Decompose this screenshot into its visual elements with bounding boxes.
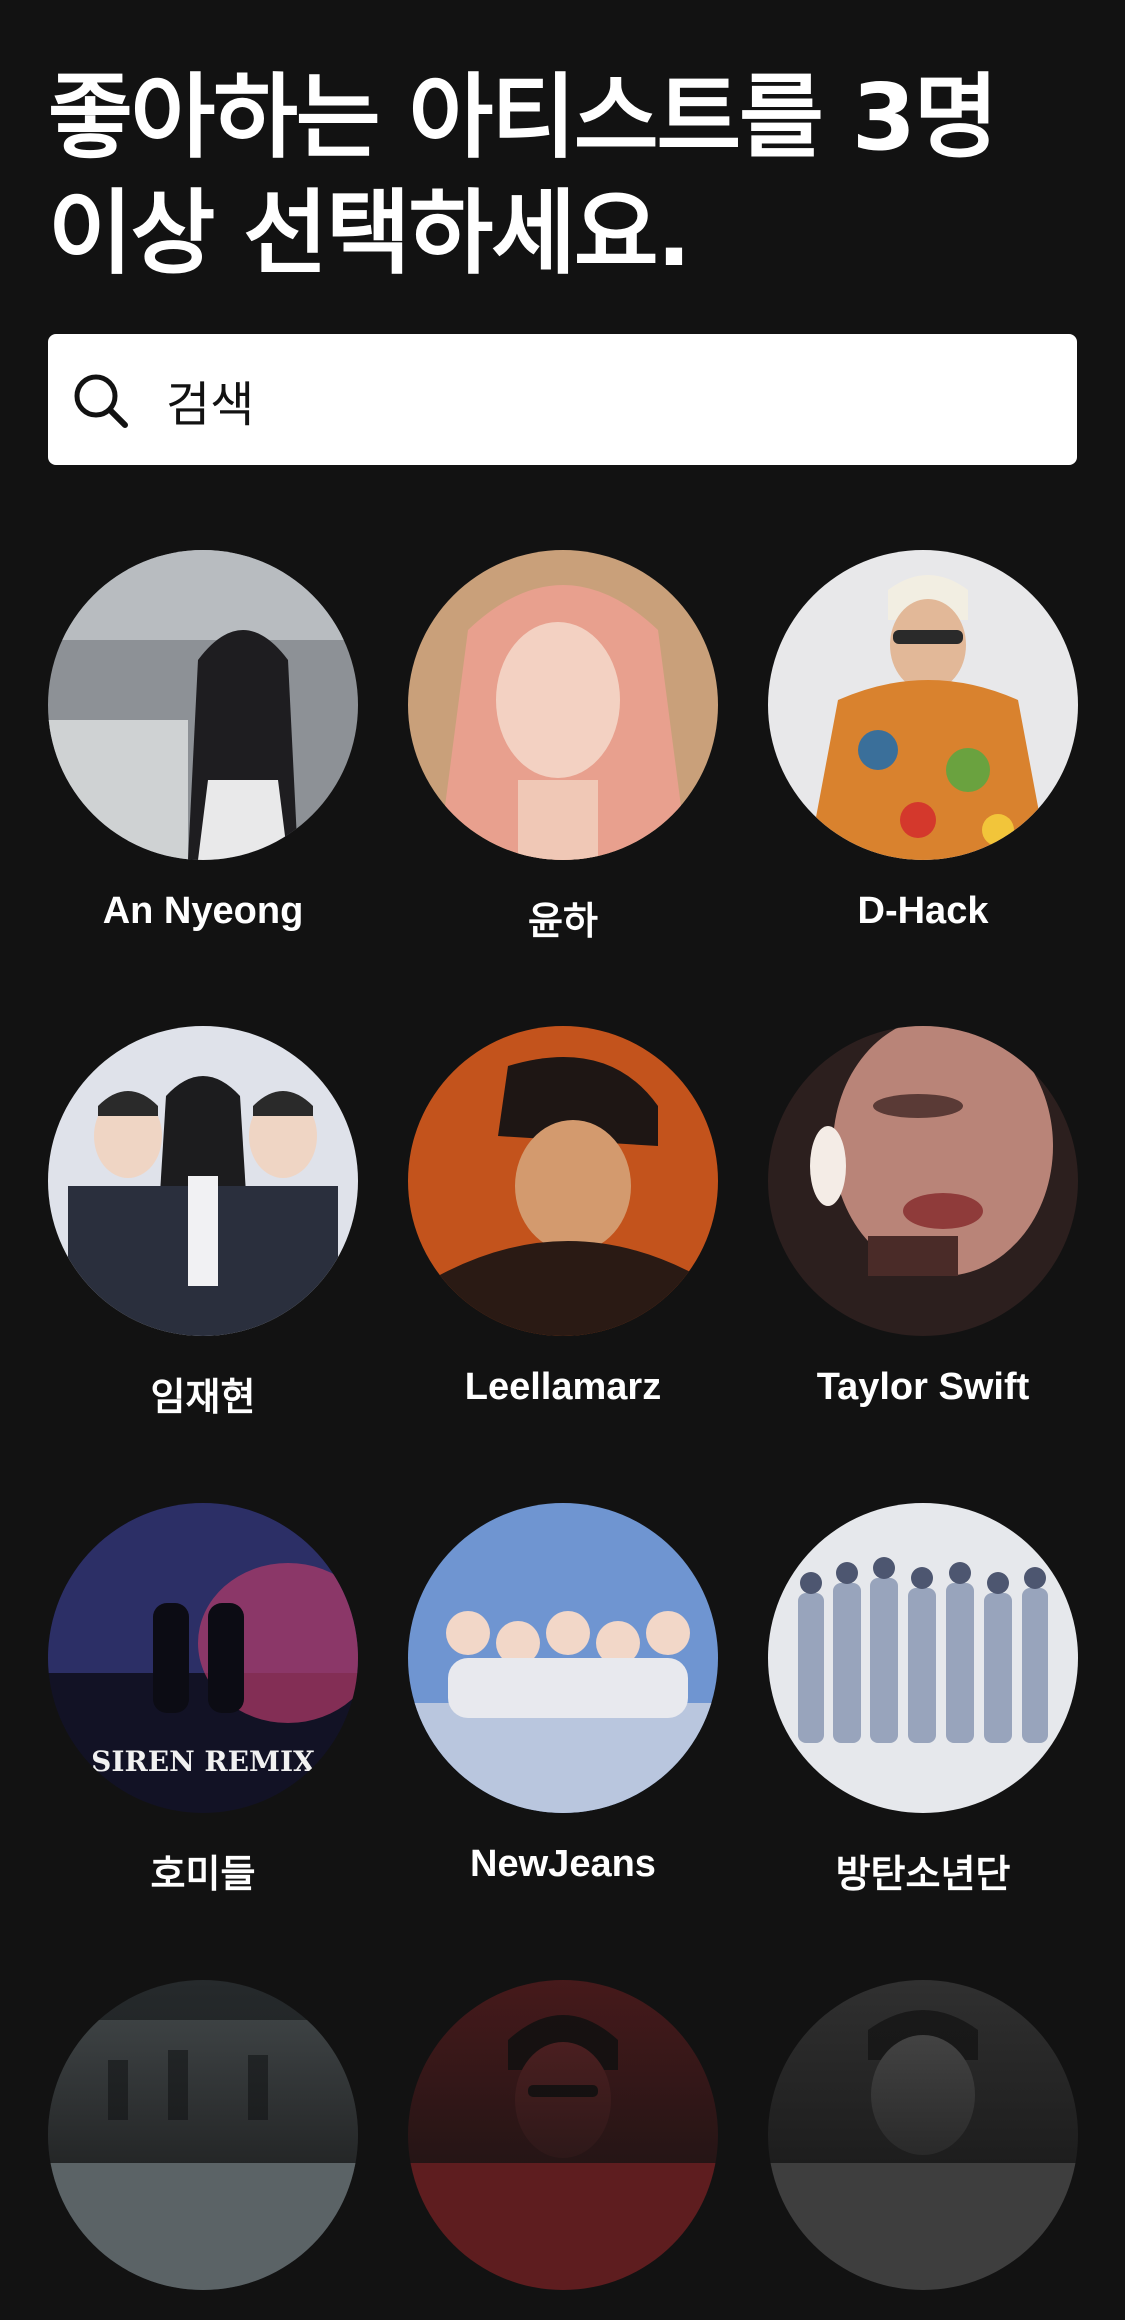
artist-card[interactable] [768, 1980, 1078, 2320]
artist-card-d-hack[interactable]: D-Hack [768, 550, 1078, 933]
artist-avatar [48, 1026, 358, 1336]
artist-name: NewJeans [470, 1843, 656, 1885]
artist-avatar [408, 1980, 718, 2290]
artist-name: An Nyeong [102, 890, 304, 932]
artist-card[interactable] [408, 1980, 718, 2320]
artist-avatar [768, 550, 1078, 860]
svg-text:SIREN REMIX: SIREN REMIX [91, 1745, 315, 1778]
artist-avatar: SIREN REMIX [48, 1503, 358, 1813]
artist-card-an-nyeong[interactable]: An Nyeong [48, 550, 358, 933]
artist-card-taylor-swift[interactable]: Taylor Swift [768, 1026, 1078, 1409]
artist-avatar [48, 1980, 358, 2290]
artist-avatar [408, 1503, 718, 1813]
artist-card-newjeans[interactable]: NewJeans [408, 1503, 718, 1886]
artist-card-bts[interactable]: 방탄소년단 [768, 1503, 1078, 1898]
artist-name: 임재현 [150, 1377, 256, 1419]
artist-card[interactable] [48, 1980, 358, 2320]
artist-avatar [408, 1026, 718, 1336]
artist-avatar [768, 1980, 1078, 2290]
artist-name: D-Hack [857, 890, 989, 932]
artist-avatar [768, 1503, 1078, 1813]
artist-avatar [48, 550, 358, 860]
artist-name: 윤하 [528, 901, 598, 943]
artist-card-im-jaehyun[interactable]: 임재현 [48, 1026, 358, 1421]
artist-name: 호미들 [150, 1854, 256, 1896]
artist-card-homies[interactable]: SIREN REMIX 호미들 [48, 1503, 358, 1898]
artist-name: Taylor Swift [816, 1366, 1030, 1408]
artist-grid: An Nyeong 윤하 D-Hack 임재현 Leellamarz Taylo… [0, 0, 1125, 2290]
artist-card-leellamarz[interactable]: Leellamarz [408, 1026, 718, 1409]
artist-card-yunha[interactable]: 윤하 [408, 550, 718, 945]
artist-avatar [408, 550, 718, 860]
artist-name: Leellamarz [464, 1366, 662, 1408]
artist-avatar [768, 1026, 1078, 1336]
artist-name: 방탄소년단 [835, 1854, 1011, 1896]
